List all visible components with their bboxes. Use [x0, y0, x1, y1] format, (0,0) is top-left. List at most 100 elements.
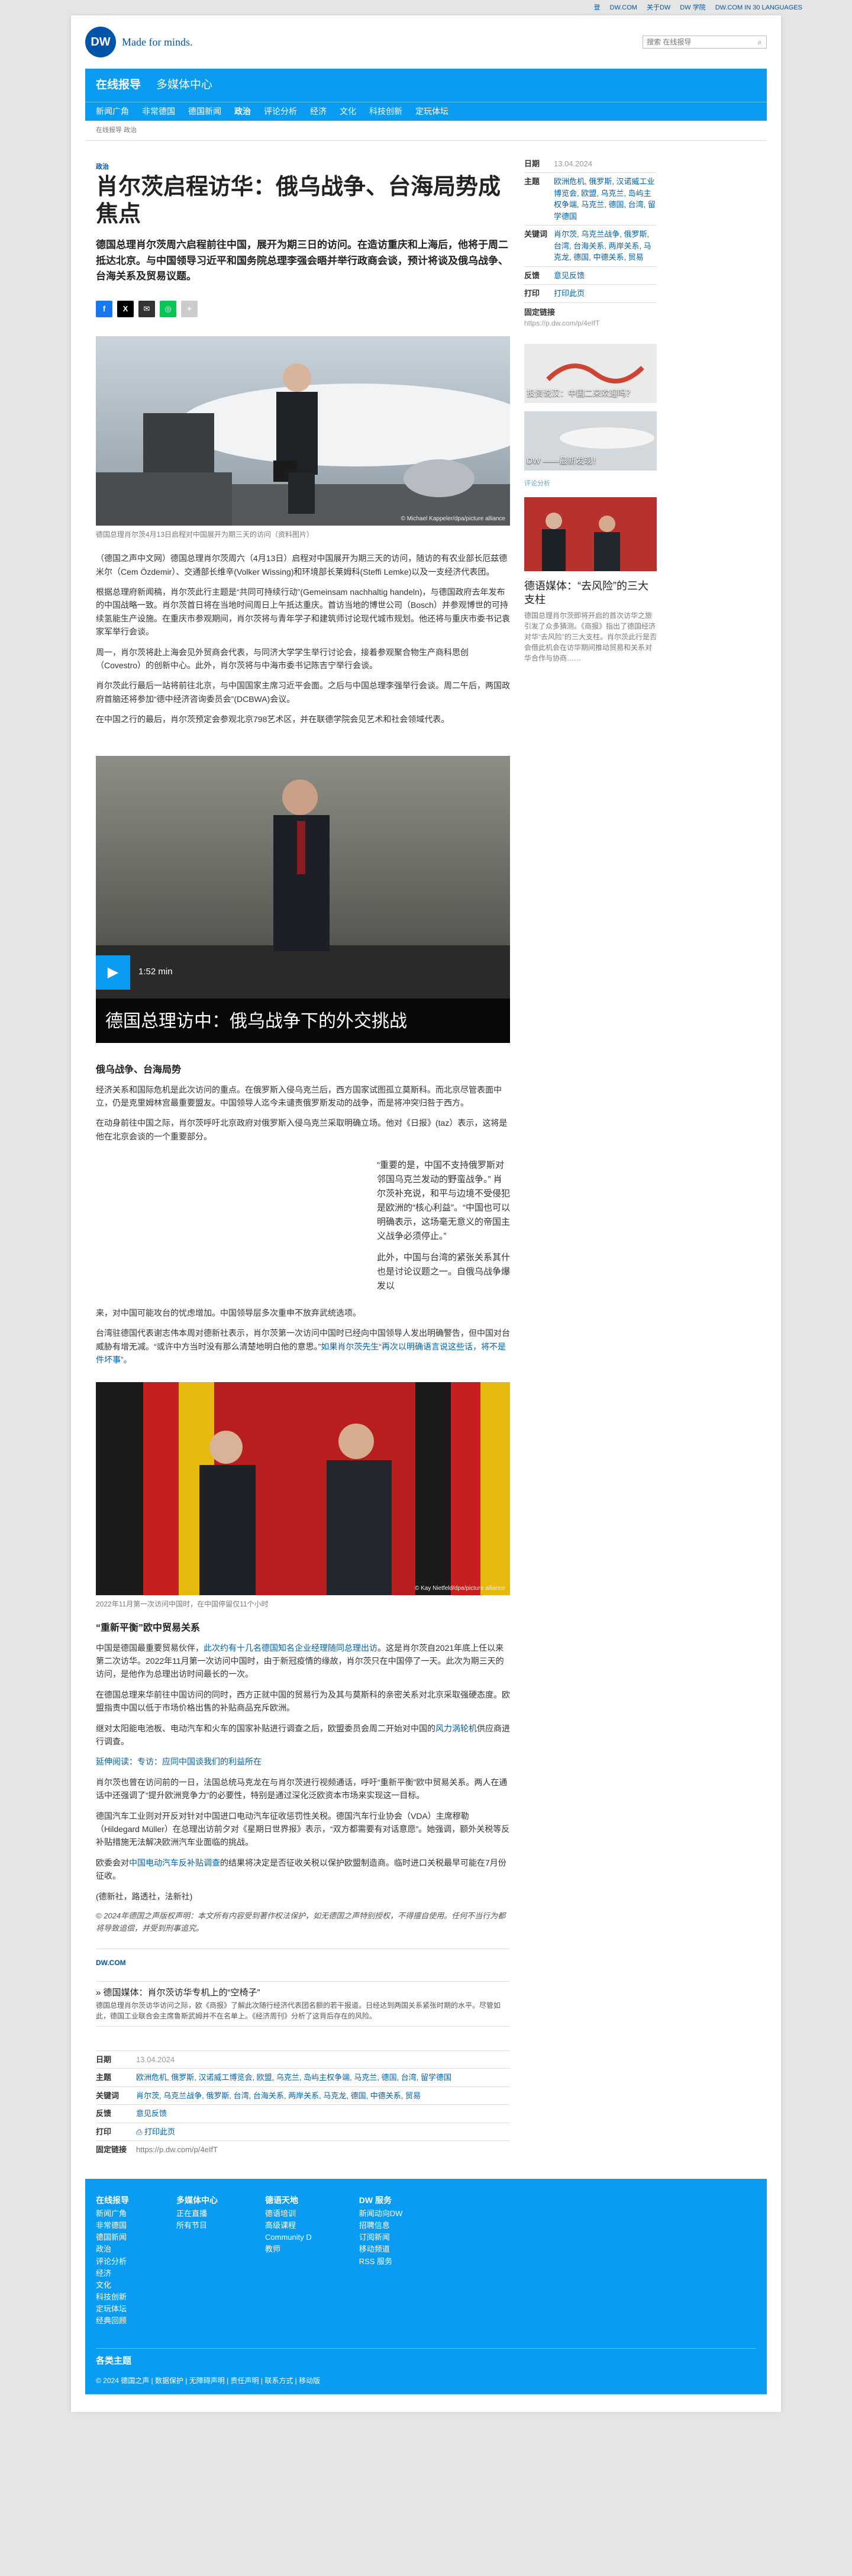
feedback-link[interactable]: 意见反馈 [554, 270, 585, 282]
line-icon[interactable]: ◎ [160, 301, 176, 318]
inline-link[interactable]: 风力涡轮机 [435, 1724, 477, 1733]
footer-col-heading[interactable]: 多媒体中心 [176, 2194, 218, 2207]
inline-link[interactable]: 中国电动汽车反补贴调查 [129, 1858, 220, 1867]
nav2-item[interactable]: 科技创新 [369, 105, 402, 118]
footer-link[interactable]: 定玩体坛 [96, 2303, 129, 2315]
x-icon[interactable]: X [117, 301, 134, 318]
side-thumb-1[interactable]: 投资说汉：中国二来欢迎吗？ [524, 344, 657, 403]
side-card-image[interactable] [524, 497, 657, 571]
primary-nav: 在线报导 多媒体中心 [85, 69, 767, 102]
keyword-links[interactable]: 肖尔茨, 乌克兰战争, 俄罗斯, 台湾, 台海关系, 两岸关系, 马克龙, 德国… [136, 2090, 421, 2102]
nav2-item[interactable]: 评论分析 [264, 105, 297, 118]
print-link[interactable]: ⎙ 打印此页 [136, 2126, 175, 2138]
more-share-icon[interactable]: + [181, 301, 198, 318]
nav2-item-active[interactable]: 政治 [234, 105, 251, 118]
footer-link[interactable]: 招聘信息 [359, 2220, 403, 2232]
related-article-link[interactable]: 延伸阅读：专访：应同中国谈我们的利益所在 [96, 1757, 262, 1766]
print-icon: ⎙ [136, 2127, 145, 2136]
breadcrumb[interactable]: 在线报导 政治 [85, 121, 767, 141]
facebook-icon[interactable]: f [96, 301, 112, 318]
footer-legal-links[interactable]: © 2024 德国之声 | 数据保护 | 无障碍声明 | 责任声明 | 联系方式… [96, 2377, 320, 2385]
footer-link[interactable]: 高级课程 [265, 2220, 312, 2232]
footer-link[interactable]: 新闻广角 [96, 2208, 129, 2220]
footer-columns: 在线报导 新闻广角 非常德国 德国新闻 政治 评论分析 经济 文化 科技创新 定… [96, 2194, 756, 2327]
article-photo-2[interactable]: © Kay Nietfeld/dpa/picture alliance [96, 1382, 510, 1595]
footer-topics-heading[interactable]: 各类主题 [96, 2355, 756, 2368]
article-paragraph: 经济关系和国际危机是此次访问的重点。在俄罗斯入侵乌克兰后，西方国家试图孤立莫斯科… [96, 1084, 502, 1107]
article-lead: 德国总理肖尔茨周六启程前往中国，展开为期三日的访问。在造访重庆和上海后，他将于周… [96, 239, 508, 282]
side-feedback: 反馈 意见反馈 [524, 266, 657, 285]
side-thumb-2[interactable]: DW ——最新发现！ [524, 411, 657, 471]
footer-link[interactable]: 正在直播 [176, 2208, 218, 2220]
nav2-item[interactable]: 经济 [310, 105, 327, 118]
related-teaser[interactable]: » 德国媒体：肖尔茨访华专机上的“空椅子” 德国总理肖尔茨访华访问之际，欧《商报… [96, 1981, 510, 2027]
footer-col-heading[interactable]: DW 服务 [359, 2194, 403, 2207]
inline-link[interactable]: 此次约有十几名德国知名企业经理随同总理出访 [204, 1643, 377, 1653]
content-area: 政治 肖尔茨启程访华：俄乌战争、台海局势成焦点 德国总理肖尔茨周六启程前往中国，… [85, 155, 767, 2159]
footer-link[interactable]: 政治 [96, 2243, 129, 2255]
article-kicker[interactable]: 政治 [96, 162, 510, 172]
footer-col-heading[interactable]: 在线报导 [96, 2194, 129, 2207]
nav2-item[interactable]: 新闻广角 [96, 105, 129, 118]
meta-value: 13.04.2024 [554, 159, 593, 168]
print-link-text: 打印此页 [144, 2127, 176, 2136]
play-icon[interactable]: ▶ [96, 955, 130, 990]
meta-label: 关键词 [96, 2091, 120, 2100]
feedback-link[interactable]: 意见反馈 [136, 2108, 167, 2120]
footer-link[interactable]: 德语培训 [265, 2208, 312, 2220]
footer-link[interactable]: 评论分析 [96, 2256, 129, 2268]
permalink-value[interactable]: https://p.dw.com/p/4eIfT [136, 2144, 218, 2156]
footer-link[interactable]: 文化 [96, 2279, 129, 2291]
paragraph-text: 中国是德国最重要贸易伙伴， [96, 1643, 204, 1653]
article-paragraph: 继对太阳能电池板、电动汽车和火车的国家补贴进行调查之后，欧盟委员会周二开始对中国… [96, 1722, 510, 1749]
article-photo-1[interactable]: © Michael Kappeler/dpa/picture alliance [96, 336, 510, 526]
footer-link[interactable]: 教师 [265, 2243, 312, 2255]
video-title: 德国总理访中：俄乌战争下的外交挑战 [96, 998, 510, 1043]
nav2-item[interactable]: 定玩体坛 [415, 105, 448, 118]
side-section-heading[interactable]: 评论分析 [524, 479, 657, 489]
footer-link[interactable]: 德国新闻 [96, 2232, 129, 2243]
topbar-link[interactable]: DW.COM [610, 3, 637, 13]
article-paragraph: （德国之声中文网）德国总理肖尔茨周六（4月13日）启程对中国展开为期三天的访问，… [96, 553, 508, 577]
side-card-title[interactable]: 德语媒体：“去风险”的三大支柱 [524, 579, 657, 607]
dw-logo[interactable]: DW Made for minds. [85, 27, 192, 57]
footer-link[interactable]: 新闻动向DW [359, 2208, 403, 2220]
email-icon[interactable]: ✉ [138, 301, 155, 318]
footer-link[interactable]: 订阅新闻 [359, 2232, 403, 2243]
quote-section: “重要的是，中国不支持俄罗斯对邻国乌克兰发动的野蛮战争。” 肖尔茨补充说，和平与… [96, 1150, 510, 1306]
site-header: DW Made for minds. ⌕ [85, 15, 767, 69]
footer-link[interactable]: 移动频道 [359, 2243, 403, 2255]
meta-print: 打印 ⎙ 打印此页 [96, 2122, 510, 2141]
keyword-links[interactable]: 肖尔茨, 乌克兰战争, 俄罗斯, 台湾, 台海关系, 两岸关系, 马克龙, 德国… [554, 228, 657, 263]
print-link[interactable]: 打印此页 [554, 288, 585, 300]
footer-col-heading[interactable]: 德语天地 [265, 2194, 312, 2207]
footer-link[interactable]: 非常德国 [96, 2220, 129, 2232]
nav2-item[interactable]: 文化 [340, 105, 356, 118]
article-paragraph: 肖尔茨此行最后一站将前往北京，与中国国家主席习近平会面。之后与中国总理李强举行会… [96, 681, 510, 704]
footer-link[interactable]: 所有节目 [176, 2220, 218, 2232]
search-icon[interactable]: ⌕ [753, 36, 766, 48]
topbar-link[interactable]: DW.COM IN 30 LANGUAGES [715, 3, 802, 13]
nav2-item[interactable]: 非常德国 [142, 105, 175, 118]
nav-online-reports[interactable]: 在线报导 [96, 77, 141, 94]
topbar-link[interactable]: 关于DW [647, 3, 670, 13]
topbar-link[interactable]: DW 学院 [680, 3, 705, 13]
article-main: 政治 肖尔茨启程访华：俄乌战争、台海局势成焦点 德国总理肖尔茨周六启程前往中国，… [96, 155, 510, 2159]
topic-links[interactable]: 欧洲危机, 俄罗斯, 汉诺威工业博览会, 欧盟, 乌克兰, 岛屿主权争端, 马克… [554, 176, 657, 222]
search-input[interactable] [643, 38, 753, 46]
topbar-link[interactable]: 登 [594, 3, 601, 13]
nav-media-center[interactable]: 多媒体中心 [156, 77, 212, 94]
secondary-nav: 新闻广角 非常德国 德国新闻 政治 评论分析 经济 文化 科技创新 定玩体坛 [85, 102, 767, 121]
scholz-image [524, 497, 657, 571]
footer-link[interactable]: Community D [265, 2232, 312, 2243]
footer-link[interactable]: 科技创新 [96, 2291, 129, 2303]
nav2-item[interactable]: 德国新闻 [188, 105, 221, 118]
permalink-value[interactable]: https://p.dw.com/p/4eIfT [524, 318, 657, 329]
topic-links[interactable]: 欧洲危机, 俄罗斯, 汉诺威工博览会, 欧盟, 乌克兰, 岛屿主权争端, 马克兰… [136, 2072, 451, 2084]
article-paragraph: 根据总理府新闻稿，肖尔茨此行主题是“共同可持续行动”(Gemeinsam nac… [96, 587, 510, 637]
footer-link[interactable]: RSS 服务 [359, 2256, 403, 2268]
video-player[interactable]: ▶ 1:52 min 德国总理访中：俄乌战争下的外交挑战 [96, 755, 510, 1043]
footer-link[interactable]: 经济 [96, 2268, 129, 2279]
video-play-control[interactable]: ▶ 1:52 min [96, 955, 173, 990]
footer-link[interactable]: 经典回顾 [96, 2315, 129, 2327]
